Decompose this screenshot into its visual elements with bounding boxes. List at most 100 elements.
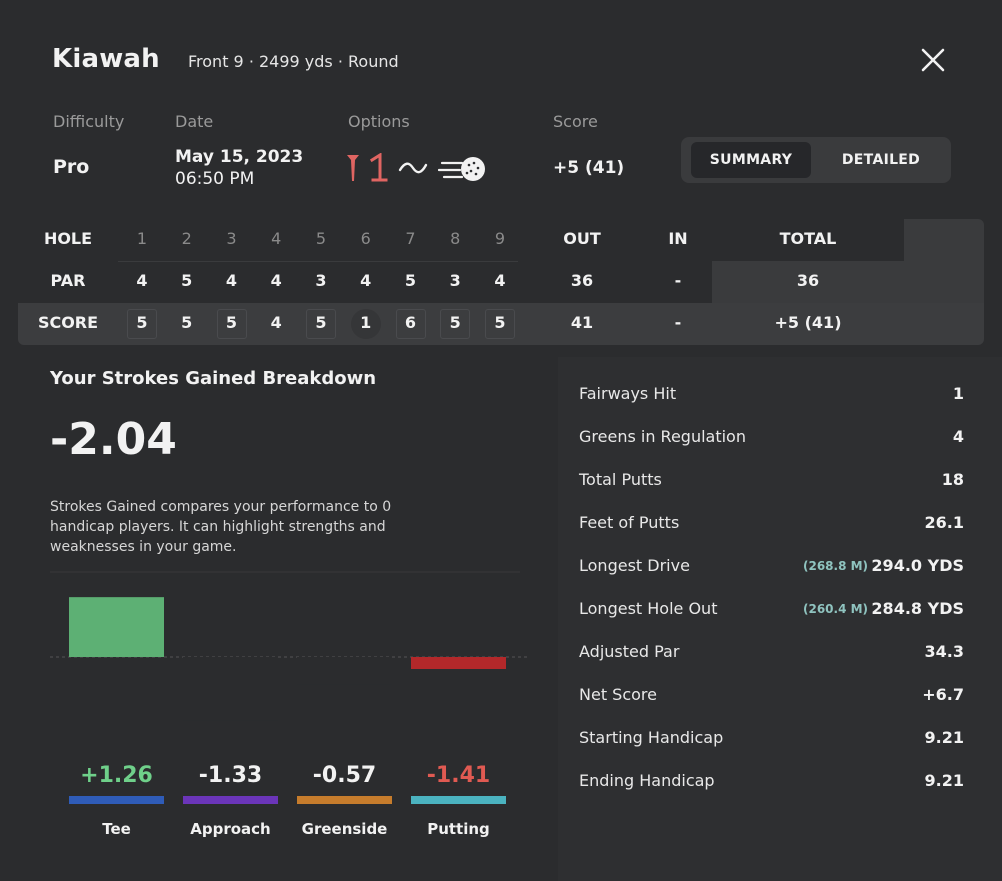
hole-number: 1 — [136, 229, 148, 248]
par-out: 36 — [570, 271, 594, 290]
par-in: - — [674, 271, 682, 290]
close-icon[interactable] — [917, 44, 949, 76]
score-cell: 5 — [181, 313, 193, 332]
strokes-gained-title: Your Strokes Gained Breakdown — [50, 368, 377, 389]
score-cell: 5 — [449, 313, 461, 332]
par-cell: 5 — [181, 271, 193, 290]
stat-value: 18 — [941, 470, 964, 489]
stat-label: Greens in Regulation — [579, 427, 746, 446]
difficulty-value: Pro — [53, 156, 90, 178]
in-header: IN — [668, 229, 688, 248]
stat-label: Longest Hole Out — [579, 599, 718, 618]
stat-value: 9.21 — [924, 728, 964, 747]
stat-value: 4 — [952, 427, 964, 446]
par-cell: 5 — [404, 271, 417, 290]
bar-approach — [183, 657, 278, 721]
stat-metric: (260.4 M) — [803, 602, 869, 616]
stat-value: 294.0 YDS — [871, 556, 964, 575]
hole-number: 9 — [494, 229, 506, 248]
value-label-tee: +1.26 — [80, 763, 153, 788]
stat-value: +6.7 — [922, 685, 964, 704]
tee-icon — [347, 155, 359, 181]
blank-column — [904, 219, 984, 303]
options-label: Options — [348, 112, 410, 131]
date-label: Date — [175, 112, 214, 131]
par-cell: 4 — [270, 271, 282, 290]
value-label-putting: -1.41 — [427, 763, 490, 788]
par-total: 36 — [796, 271, 820, 290]
detailed-tab[interactable]: DETAILED — [821, 142, 941, 178]
category-stripe-tee — [69, 796, 164, 804]
score-cell: 5 — [225, 313, 238, 332]
hole-number: 3 — [226, 229, 237, 248]
hole-number: 8 — [450, 229, 461, 248]
par-cell: 3 — [449, 271, 461, 290]
view-toggle: SUMMARY DETAILED — [681, 137, 951, 183]
category-stripe-approach — [183, 796, 278, 804]
score-cell: 5 — [494, 313, 506, 332]
hole-number: 4 — [271, 229, 282, 248]
value-label-approach: -1.33 — [199, 763, 262, 788]
bar-greenside — [297, 657, 392, 685]
strokes-gained-value: -2.04 — [50, 414, 177, 465]
score-out: 41 — [570, 313, 594, 332]
row-divider — [118, 261, 518, 262]
stat-metric: (268.8 M) — [803, 559, 869, 573]
category-label-putting: Putting — [427, 820, 490, 838]
stat-label: Starting Handicap — [579, 728, 724, 747]
difficulty-label: Difficulty — [53, 112, 125, 131]
hole-number: 6 — [360, 229, 371, 248]
score-total: +5 (41) — [774, 313, 842, 332]
stat-label: Net Score — [579, 685, 657, 704]
bar-putting — [411, 657, 506, 669]
stat-value: 284.8 YDS — [871, 599, 964, 618]
par-cell: 3 — [315, 271, 327, 290]
bar-tee — [69, 597, 164, 657]
category-stripe-greenside — [297, 796, 392, 804]
course-title: Kiawah — [52, 44, 160, 74]
category-label-greenside: Greenside — [302, 820, 388, 838]
score-in: - — [674, 313, 682, 332]
par-cell: 4 — [136, 271, 148, 290]
score-cell: 4 — [270, 313, 282, 332]
ball-icon — [438, 157, 485, 181]
mulligan-icon — [370, 153, 388, 182]
out-header: OUT — [563, 229, 601, 248]
hole-number: 7 — [405, 229, 416, 248]
summary-tab[interactable]: SUMMARY — [691, 142, 811, 178]
options-icons — [346, 153, 496, 185]
date-value: May 15, 2023 — [175, 147, 304, 167]
score-cell: 6 — [404, 313, 417, 332]
wind-icon — [398, 162, 428, 174]
scorecard-table: HOLE PAR SCORE OUT IN TOTAL 36 - 36 41 -… — [18, 219, 984, 345]
hole-number: 2 — [181, 229, 192, 248]
score-label: Score — [553, 112, 598, 131]
par-cell: 4 — [225, 271, 238, 290]
score-value: +5 (41) — [553, 158, 625, 178]
stat-value: 1 — [952, 384, 964, 403]
hole-number: 5 — [315, 229, 327, 248]
total-header: TOTAL — [779, 229, 837, 248]
stat-value: 26.1 — [924, 513, 964, 532]
score-row-label: SCORE — [37, 313, 99, 332]
time-value: 06:50 PM — [175, 169, 255, 189]
stat-label: Fairways Hit — [579, 384, 677, 403]
category-stripe-putting — [411, 796, 506, 804]
stat-label: Ending Handicap — [579, 771, 715, 790]
par-cell: 4 — [494, 271, 506, 290]
round-subtitle: Front 9 · 2499 yds · Round — [188, 52, 399, 71]
stat-value: 34.3 — [924, 642, 964, 661]
stat-label: Feet of Putts — [579, 513, 680, 532]
strokes-gained-chart: +1.26 Tee -1.33 Approach -0.57 Greenside -1.41… — [50, 571, 530, 838]
par-cell: 4 — [360, 271, 372, 290]
score-cell: 1 — [360, 313, 372, 332]
category-label-approach: Approach — [190, 820, 270, 838]
value-label-greenside: -0.57 — [313, 763, 376, 788]
stat-value: 9.21 — [924, 771, 964, 790]
par-row-label: PAR — [50, 271, 86, 290]
strokes-gained-description: Strokes Gained compares your performance… — [50, 499, 392, 555]
score-cell: 5 — [315, 313, 327, 332]
hole-row-label: HOLE — [43, 229, 93, 248]
category-label-tee: Tee — [102, 820, 131, 838]
stat-label: Longest Drive — [579, 556, 690, 575]
